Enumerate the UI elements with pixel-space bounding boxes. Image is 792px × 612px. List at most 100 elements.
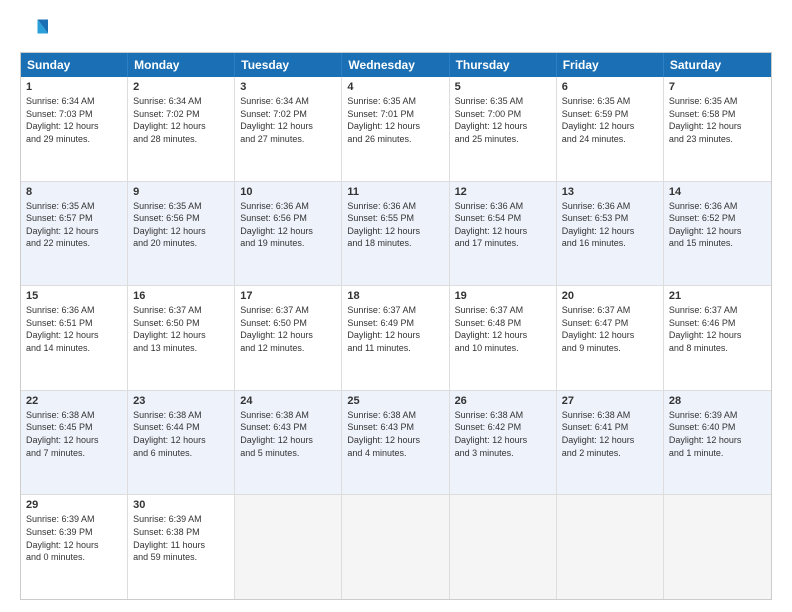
calendar-cell: 29 Sunrise: 6:39 AM Sunset: 6:39 PM Dayli…: [21, 495, 128, 599]
page: SundayMondayTuesdayWednesdayThursdayFrid…: [0, 0, 792, 612]
calendar-cell: 8 Sunrise: 6:35 AM Sunset: 6:57 PM Daylig…: [21, 182, 128, 286]
calendar-cell: [235, 495, 342, 599]
day-number: 30: [133, 499, 229, 511]
day-number: 2: [133, 81, 229, 93]
cell-info: Sunrise: 6:35 AM Sunset: 6:58 PM Dayligh…: [669, 95, 766, 145]
day-number: 23: [133, 395, 229, 407]
day-number: 5: [455, 81, 551, 93]
cell-info: Sunrise: 6:37 AM Sunset: 6:46 PM Dayligh…: [669, 304, 766, 354]
cell-info: Sunrise: 6:38 AM Sunset: 6:45 PM Dayligh…: [26, 409, 122, 459]
calendar-row-1: 1Sunrise: 6:34 AM Sunset: 7:03 PM Daylig…: [21, 77, 771, 182]
cell-info: Sunrise: 6:39 AM Sunset: 6:39 PM Dayligh…: [26, 513, 122, 563]
cell-info: Sunrise: 6:37 AM Sunset: 6:49 PM Dayligh…: [347, 304, 443, 354]
logo-icon: [20, 16, 48, 44]
calendar-row-3: 15 Sunrise: 6:36 AM Sunset: 6:51 PM Dayli…: [21, 286, 771, 391]
day-number: 27: [562, 395, 658, 407]
cell-info: Sunrise: 6:39 AM Sunset: 6:38 PM Dayligh…: [133, 513, 229, 563]
header-cell-monday: Monday: [128, 53, 235, 77]
calendar-cell: 16 Sunrise: 6:37 AM Sunset: 6:50 PM Dayli…: [128, 286, 235, 390]
calendar-cell: 7 Sunrise: 6:35 AM Sunset: 6:58 PM Daylig…: [664, 77, 771, 181]
calendar-cell: 13 Sunrise: 6:36 AM Sunset: 6:53 PM Dayli…: [557, 182, 664, 286]
day-number: 6: [562, 81, 658, 93]
cell-info: Sunrise: 6:38 AM Sunset: 6:41 PM Dayligh…: [562, 409, 658, 459]
day-number: 9: [133, 186, 229, 198]
header-cell-friday: Friday: [557, 53, 664, 77]
header-cell-sunday: Sunday: [21, 53, 128, 77]
day-number: 28: [669, 395, 766, 407]
header: [20, 16, 772, 44]
cell-info: Sunrise: 6:37 AM Sunset: 6:50 PM Dayligh…: [240, 304, 336, 354]
day-number: 8: [26, 186, 122, 198]
day-number: 29: [26, 499, 122, 511]
cell-info: Sunrise: 6:36 AM Sunset: 6:55 PM Dayligh…: [347, 200, 443, 250]
calendar-cell: 12 Sunrise: 6:36 AM Sunset: 6:54 PM Dayli…: [450, 182, 557, 286]
cell-info: Sunrise: 6:34 AM Sunset: 7:02 PM Dayligh…: [240, 95, 336, 145]
calendar-cell: [557, 495, 664, 599]
day-number: 18: [347, 290, 443, 302]
calendar-cell: 26 Sunrise: 6:38 AM Sunset: 6:42 PM Dayli…: [450, 391, 557, 495]
day-number: 11: [347, 186, 443, 198]
calendar-cell: 28 Sunrise: 6:39 AM Sunset: 6:40 PM Dayli…: [664, 391, 771, 495]
day-number: 13: [562, 186, 658, 198]
header-cell-tuesday: Tuesday: [235, 53, 342, 77]
calendar-cell: 14Sunrise: 6:36 AM Sunset: 6:52 PM Dayli…: [664, 182, 771, 286]
day-number: 25: [347, 395, 443, 407]
day-number: 4: [347, 81, 443, 93]
day-number: 26: [455, 395, 551, 407]
calendar-cell: 24Sunrise: 6:38 AM Sunset: 6:43 PM Dayli…: [235, 391, 342, 495]
day-number: 15: [26, 290, 122, 302]
calendar-body: 1Sunrise: 6:34 AM Sunset: 7:03 PM Daylig…: [21, 77, 771, 599]
calendar-cell: 17 Sunrise: 6:37 AM Sunset: 6:50 PM Dayli…: [235, 286, 342, 390]
cell-info: Sunrise: 6:36 AM Sunset: 6:52 PM Dayligh…: [669, 200, 766, 250]
calendar-cell: 22 Sunrise: 6:38 AM Sunset: 6:45 PM Dayli…: [21, 391, 128, 495]
calendar-cell: 4 Sunrise: 6:35 AM Sunset: 7:01 PM Daylig…: [342, 77, 449, 181]
calendar-cell: [664, 495, 771, 599]
calendar-cell: 2 Sunrise: 6:34 AM Sunset: 7:02 PM Daylig…: [128, 77, 235, 181]
calendar-cell: 3 Sunrise: 6:34 AM Sunset: 7:02 PM Daylig…: [235, 77, 342, 181]
header-cell-wednesday: Wednesday: [342, 53, 449, 77]
cell-info: Sunrise: 6:36 AM Sunset: 6:54 PM Dayligh…: [455, 200, 551, 250]
day-number: 20: [562, 290, 658, 302]
cell-info: Sunrise: 6:37 AM Sunset: 6:47 PM Dayligh…: [562, 304, 658, 354]
calendar-cell: 21Sunrise: 6:37 AM Sunset: 6:46 PM Dayli…: [664, 286, 771, 390]
cell-info: Sunrise: 6:35 AM Sunset: 6:56 PM Dayligh…: [133, 200, 229, 250]
cell-info: Sunrise: 6:37 AM Sunset: 6:48 PM Dayligh…: [455, 304, 551, 354]
cell-info: Sunrise: 6:35 AM Sunset: 6:59 PM Dayligh…: [562, 95, 658, 145]
day-number: 12: [455, 186, 551, 198]
cell-info: Sunrise: 6:36 AM Sunset: 6:56 PM Dayligh…: [240, 200, 336, 250]
cell-info: Sunrise: 6:34 AM Sunset: 7:02 PM Dayligh…: [133, 95, 229, 145]
calendar-cell: 23Sunrise: 6:38 AM Sunset: 6:44 PM Dayli…: [128, 391, 235, 495]
day-number: 22: [26, 395, 122, 407]
calendar-cell: 10 Sunrise: 6:36 AM Sunset: 6:56 PM Dayli…: [235, 182, 342, 286]
calendar-row-5: 29 Sunrise: 6:39 AM Sunset: 6:39 PM Dayli…: [21, 495, 771, 599]
day-number: 17: [240, 290, 336, 302]
calendar-cell: 20 Sunrise: 6:37 AM Sunset: 6:47 PM Dayli…: [557, 286, 664, 390]
cell-info: Sunrise: 6:35 AM Sunset: 7:01 PM Dayligh…: [347, 95, 443, 145]
calendar-row-4: 22 Sunrise: 6:38 AM Sunset: 6:45 PM Dayli…: [21, 391, 771, 496]
calendar: SundayMondayTuesdayWednesdayThursdayFrid…: [20, 52, 772, 600]
day-number: 16: [133, 290, 229, 302]
day-number: 3: [240, 81, 336, 93]
cell-info: Sunrise: 6:38 AM Sunset: 6:43 PM Dayligh…: [347, 409, 443, 459]
cell-info: Sunrise: 6:36 AM Sunset: 6:53 PM Dayligh…: [562, 200, 658, 250]
calendar-cell: [342, 495, 449, 599]
calendar-cell: 27 Sunrise: 6:38 AM Sunset: 6:41 PM Dayli…: [557, 391, 664, 495]
cell-info: Sunrise: 6:36 AM Sunset: 6:51 PM Dayligh…: [26, 304, 122, 354]
logo: [20, 16, 52, 44]
cell-info: Sunrise: 6:37 AM Sunset: 6:50 PM Dayligh…: [133, 304, 229, 354]
calendar-cell: 30 Sunrise: 6:39 AM Sunset: 6:38 PM Dayli…: [128, 495, 235, 599]
calendar-cell: 25 Sunrise: 6:38 AM Sunset: 6:43 PM Dayli…: [342, 391, 449, 495]
calendar-row-2: 8 Sunrise: 6:35 AM Sunset: 6:57 PM Daylig…: [21, 182, 771, 287]
calendar-cell: 9 Sunrise: 6:35 AM Sunset: 6:56 PM Daylig…: [128, 182, 235, 286]
calendar-cell: 6 Sunrise: 6:35 AM Sunset: 6:59 PM Daylig…: [557, 77, 664, 181]
cell-info: Sunrise: 6:38 AM Sunset: 6:42 PM Dayligh…: [455, 409, 551, 459]
calendar-cell: [450, 495, 557, 599]
calendar-cell: 19Sunrise: 6:37 AM Sunset: 6:48 PM Dayli…: [450, 286, 557, 390]
day-number: 24: [240, 395, 336, 407]
day-number: 7: [669, 81, 766, 93]
day-number: 10: [240, 186, 336, 198]
calendar-cell: 5 Sunrise: 6:35 AM Sunset: 7:00 PM Daylig…: [450, 77, 557, 181]
cell-info: Sunrise: 6:39 AM Sunset: 6:40 PM Dayligh…: [669, 409, 766, 459]
cell-info: Sunrise: 6:35 AM Sunset: 6:57 PM Dayligh…: [26, 200, 122, 250]
cell-info: Sunrise: 6:35 AM Sunset: 7:00 PM Dayligh…: [455, 95, 551, 145]
